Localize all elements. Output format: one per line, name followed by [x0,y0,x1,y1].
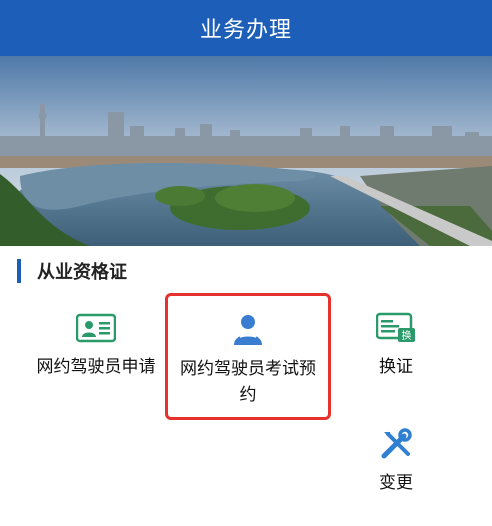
section-title: 从业资格证 [37,262,127,283]
license-exchange-icon: 换 [376,312,416,344]
driver-icon [228,314,268,346]
svg-text:换: 换 [402,329,412,342]
tile-label: 换证 [379,357,413,377]
tools-icon [376,428,416,460]
id-card-icon [76,312,116,344]
section-header: 从业资格证 [0,256,492,286]
tile-label: 网约驾驶员考试预约 [180,359,316,405]
section-accent-bar [17,259,21,283]
page-title: 业务办理 [199,18,292,43]
tile-label: 变更 [379,473,413,493]
tile-driver-application[interactable]: 网约驾驶员申请 [20,312,172,380]
page-header: 业务办理 [0,0,492,56]
tile-label: 网约驾驶员申请 [36,357,156,377]
tile-change[interactable]: 变更 [356,428,436,496]
city-banner-image [0,56,492,246]
tile-license-renewal[interactable]: 换 换证 [356,312,436,380]
tile-driver-exam-appointment[interactable]: 网约驾驶员考试预约 [165,293,331,420]
